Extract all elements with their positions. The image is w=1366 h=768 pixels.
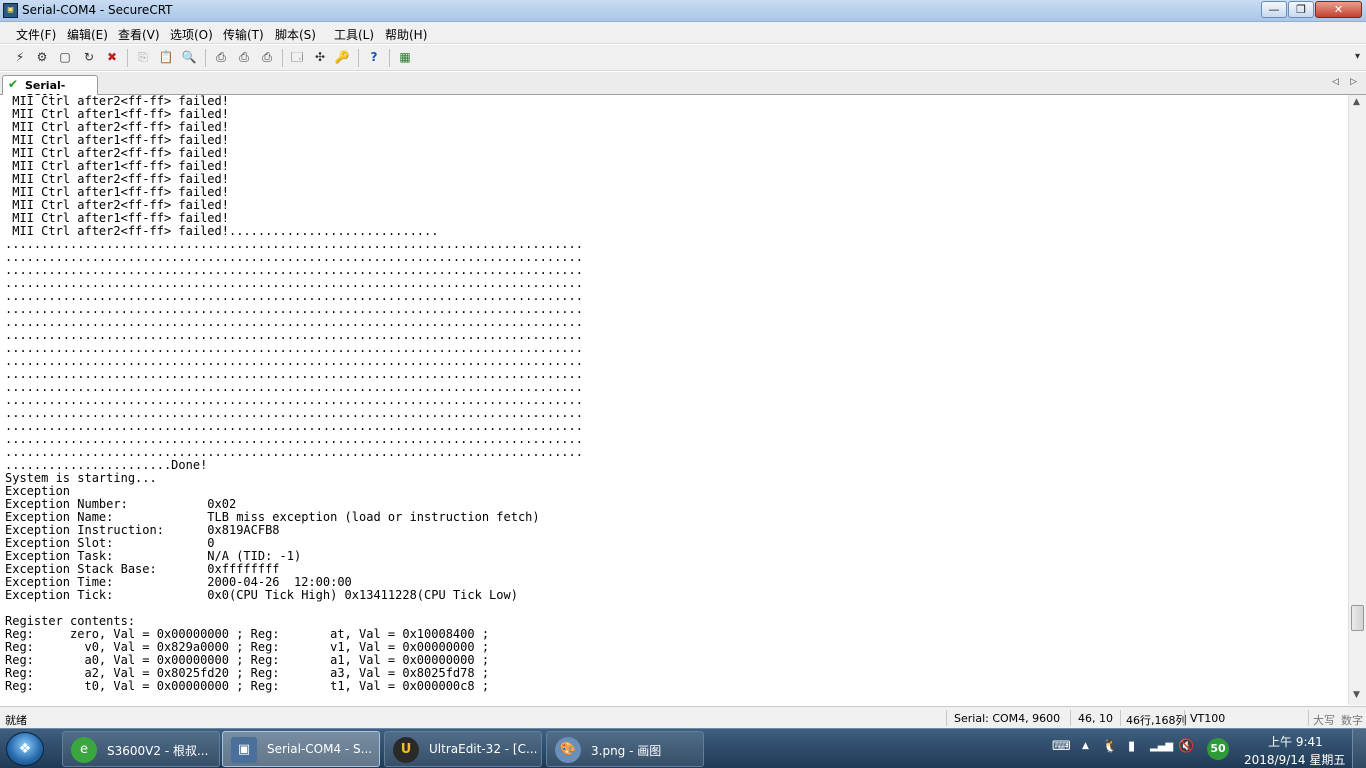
menu-view[interactable]: 查看(V) (118, 26, 160, 43)
task-label: S3600V2 - 根叔... (107, 744, 209, 758)
connected-check-icon: ✔ (8, 77, 19, 91)
status-connection: Serial: COM4, 9600 (954, 712, 1061, 725)
network-icon[interactable]: ▂▄▆ (1150, 741, 1173, 752)
securecrt-icon[interactable]: ▣ (3, 3, 18, 18)
terminal-line: Reg: t0, Val = 0x00000000 ; Reg: t1, Val… (5, 679, 490, 693)
show-desktop-button[interactable] (1352, 729, 1366, 768)
ultraedit-icon: U (393, 737, 419, 763)
keyboard-icon[interactable]: ⌨ (1052, 739, 1071, 754)
tab-bar: ✔ Serial-COM4 ◁ ▷ (0, 72, 1366, 105)
toolbar-separator (282, 49, 283, 67)
key-map-icon[interactable]: 🔑 (333, 49, 351, 66)
status-separator (1070, 710, 1071, 726)
terminal-line: System is starting... (5, 471, 157, 485)
toolbar-separator (358, 49, 359, 67)
menu-file[interactable]: 文件(F) (16, 26, 56, 43)
minimize-button[interactable]: — (1261, 1, 1287, 18)
volume-icon[interactable]: 🔇 (1178, 739, 1194, 754)
copy-icon[interactable]: ⎘ (134, 49, 152, 66)
status-emulation: VT100 (1190, 712, 1226, 725)
print-icon[interactable]: ⎙ (212, 49, 230, 66)
menu-transfer[interactable]: 传输(T) (223, 26, 264, 43)
scroll-up-icon[interactable]: ▲ (1353, 97, 1360, 107)
maximize-button[interactable]: ❐ (1288, 1, 1314, 18)
disconnect-icon[interactable]: ✖ (103, 49, 121, 66)
menu-edit[interactable]: 编辑(E) (67, 26, 108, 43)
toolbar-overflow-icon[interactable]: ▾ (1355, 51, 1360, 62)
security-badge-icon[interactable]: 50 (1207, 738, 1229, 760)
task-label: UltraEdit-32 - [C... (429, 742, 538, 756)
start-button[interactable]: ❖ (6, 732, 44, 766)
menu-help[interactable]: 帮助(H) (385, 26, 427, 43)
title-bar[interactable]: ▣ Serial-COM4 - SecureCRT — ❐ ✕ (0, 0, 1366, 22)
clock-time[interactable]: 上午 9:41 (1268, 733, 1323, 750)
status-ready: 就绪 (5, 714, 27, 727)
task-securecrt[interactable]: ▣ Serial-COM4 - S... (222, 731, 380, 767)
status-separator (946, 710, 947, 726)
tab-scroll-left-icon[interactable]: ◁ (1332, 77, 1339, 87)
print-setup-icon[interactable]: ⎙ (258, 49, 276, 66)
status-caps: 大写 (1313, 714, 1335, 727)
browser-icon: e (71, 737, 97, 763)
global-options-icon[interactable]: ✣ (311, 49, 329, 66)
sftp-icon[interactable]: ▦ (396, 49, 414, 66)
find-icon[interactable]: 🔍 (180, 49, 198, 66)
session-options-icon[interactable]: 🗔 (288, 49, 306, 66)
status-separator (1120, 710, 1121, 726)
status-bar: 就绪 Serial: COM4, 9600 46, 10 46行,168列 VT… (0, 706, 1366, 728)
task-label: 3.png - 画图 (591, 744, 662, 758)
tab-scroll-right-icon[interactable]: ▷ (1350, 77, 1357, 87)
status-separator (1184, 710, 1185, 726)
vertical-scrollbar[interactable]: ▲ ▼ (1348, 95, 1366, 705)
status-num: 数字 (1341, 714, 1363, 727)
toolbar: ⚡ ⚙ ▢ ↻ ✖ ⎘ 📋 🔍 ⎙ ⎙ ⎙ 🗔 ✣ 🔑 ? ▦ ▾ (0, 45, 1366, 71)
connect-in-tab-icon[interactable]: ▢ (56, 49, 74, 66)
status-cursor: 46, 10 (1078, 712, 1113, 725)
quick-connect-icon[interactable]: ⚙ (33, 49, 51, 66)
device-icon[interactable]: ▮ (1128, 739, 1135, 754)
menu-options[interactable]: 选项(O) (170, 26, 213, 43)
task-browser[interactable]: e S3600V2 - 根叔... (62, 731, 220, 767)
task-ultraedit[interactable]: U UltraEdit-32 - [C... (384, 731, 542, 767)
terminal-screen[interactable]: MII Ctrl after2<ff-ff> failed! MII Ctrl … (0, 95, 1348, 705)
menu-tools[interactable]: 工具(L) (334, 26, 374, 43)
qq-icon[interactable]: 🐧 (1102, 739, 1118, 754)
status-separator (1308, 710, 1309, 726)
toolbar-separator (389, 49, 390, 67)
tray-expand-icon[interactable]: ▲ (1082, 741, 1089, 751)
print-selection-icon[interactable]: ⎙ (235, 49, 253, 66)
menu-bar: 文件(F) 编辑(E) 查看(V) 选项(O) 传输(T) 脚本(S) 工具(L… (0, 22, 1366, 44)
tab-serial-com4[interactable]: ✔ Serial-COM4 (2, 75, 98, 105)
securecrt-icon: ▣ (231, 737, 257, 763)
window-title: Serial-COM4 - SecureCRT (22, 3, 173, 17)
status-size: 46行,168列 (1126, 714, 1187, 727)
toolbar-separator (127, 49, 128, 67)
paste-icon[interactable]: 📋 (157, 49, 175, 66)
reconnect-icon[interactable]: ↻ (80, 49, 98, 66)
toolbar-separator (205, 49, 206, 67)
paint-icon: 🎨 (555, 737, 581, 763)
connect-icon[interactable]: ⚡ (11, 49, 29, 66)
terminal-line: Exception Tick: 0x0(CPU Tick High) 0x134… (5, 588, 518, 602)
taskbar: ❖ e S3600V2 - 根叔... ▣ Serial-COM4 - S...… (0, 728, 1366, 768)
menu-script[interactable]: 脚本(S) (275, 26, 316, 43)
scroll-thumb[interactable] (1351, 605, 1364, 631)
clock-date[interactable]: 2018/9/14 星期五 (1244, 751, 1345, 768)
terminal-output: MII Ctrl after2<ff-ff> failed! MII Ctrl … (5, 95, 583, 693)
close-button[interactable]: ✕ (1315, 1, 1362, 18)
scroll-down-icon[interactable]: ▼ (1353, 690, 1360, 700)
help-icon[interactable]: ? (365, 49, 383, 66)
task-label: Serial-COM4 - S... (267, 742, 373, 756)
task-paint[interactable]: 🎨 3.png - 画图 (546, 731, 704, 767)
